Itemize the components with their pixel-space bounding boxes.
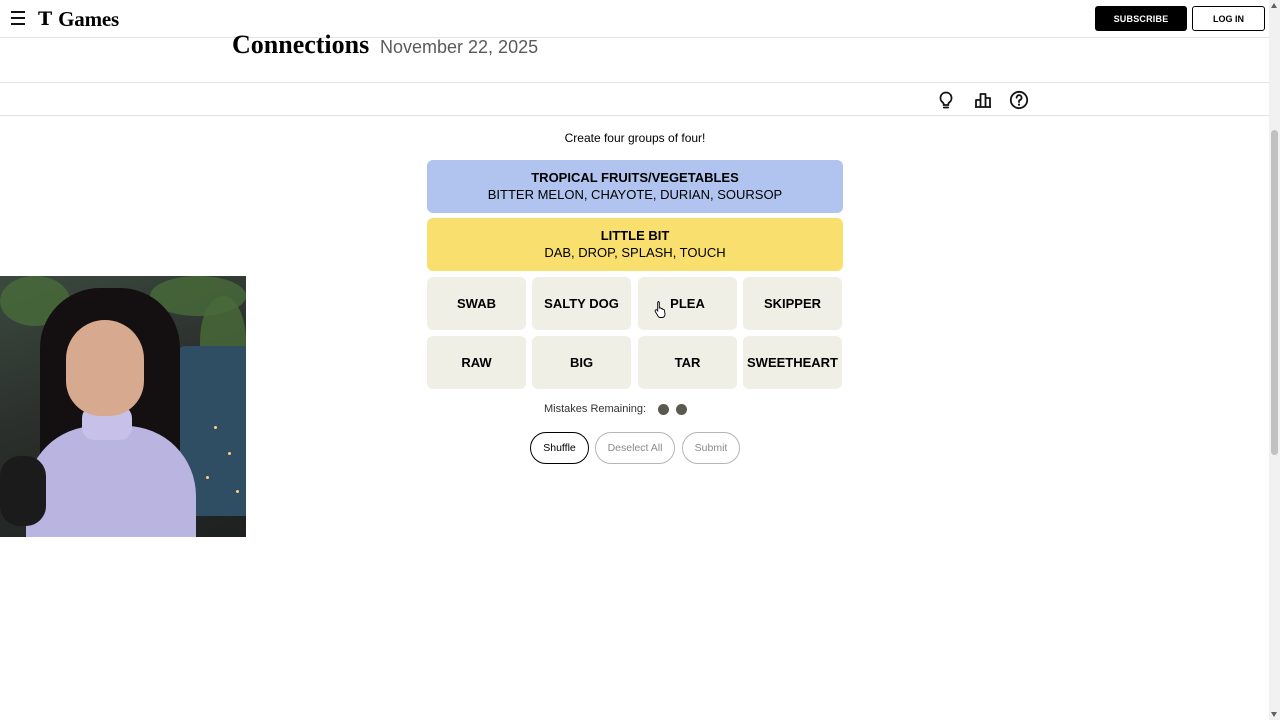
help-question-icon[interactable]: [1009, 90, 1029, 110]
webcam-overlay: [0, 276, 246, 537]
word-tile[interactable]: BIG: [532, 336, 631, 389]
fairy-light: [214, 426, 217, 429]
puzzle-date: November 22, 2025: [380, 37, 539, 57]
fairy-light: [206, 476, 209, 479]
page-scrollbar[interactable]: [1269, 0, 1280, 720]
streamer-sweater: [26, 426, 196, 537]
deselect-all-button[interactable]: Deselect All: [595, 432, 675, 464]
solved-group-yellow: LITTLE BIT DAB, DROP, SPLASH, TOUCH: [427, 218, 843, 271]
games-wordmark: Games: [58, 7, 119, 31]
group-members: BITTER MELON, CHAYOTE, DURIAN, SOURSOP: [487, 187, 783, 202]
microphone: [0, 456, 46, 526]
scroll-up-arrow-icon[interactable]: [1271, 3, 1277, 8]
mistakes-remaining: Mistakes Remaining:: [544, 403, 688, 415]
streamer-face: [66, 320, 144, 416]
fairy-light: [236, 490, 239, 493]
word-tile[interactable]: PLEA: [638, 277, 737, 330]
scrollbar-thumb[interactable]: [1271, 130, 1278, 455]
word-tile[interactable]: TAR: [638, 336, 737, 389]
hamburger-menu-icon[interactable]: [11, 11, 25, 25]
game-toolbar: [0, 82, 1269, 116]
leaderboard-icon[interactable]: [973, 90, 993, 110]
group-title: LITTLE BIT: [600, 228, 670, 243]
group-members: DAB, DROP, SPLASH, TOUCH: [544, 245, 726, 260]
submit-button[interactable]: Submit: [682, 432, 740, 464]
word-tile[interactable]: SWAB: [427, 277, 526, 330]
nyt-games-logo[interactable]: T Games: [38, 8, 119, 30]
word-tile[interactable]: RAW: [427, 336, 526, 389]
top-nav-bar: T Games SUBSCRIBE LOG IN: [0, 0, 1269, 38]
mistake-dot: [676, 403, 688, 415]
solved-group-blue: TROPICAL FRUITS/VEGETABLES BITTER MELON,…: [427, 160, 843, 213]
nyt-logo-mark: T: [38, 8, 53, 30]
word-tile[interactable]: SKIPPER: [743, 277, 842, 330]
shuffle-button[interactable]: Shuffle: [530, 432, 589, 464]
instructions-text: Create four groups of four!: [564, 131, 706, 145]
scroll-down-arrow-icon[interactable]: [1271, 712, 1277, 717]
word-tile[interactable]: SALTY DOG: [532, 277, 631, 330]
word-tile[interactable]: SWEETHEART: [743, 336, 842, 389]
mistake-dot: [658, 403, 670, 415]
mistakes-label: Mistakes Remaining:: [544, 403, 647, 415]
hint-lightbulb-icon[interactable]: [936, 90, 956, 110]
group-title: TROPICAL FRUITS/VEGETABLES: [531, 170, 739, 185]
login-button[interactable]: LOG IN: [1192, 6, 1265, 31]
subscribe-button[interactable]: SUBSCRIBE: [1095, 6, 1187, 31]
page-title: Connections: [232, 30, 370, 59]
fairy-light: [228, 452, 231, 455]
